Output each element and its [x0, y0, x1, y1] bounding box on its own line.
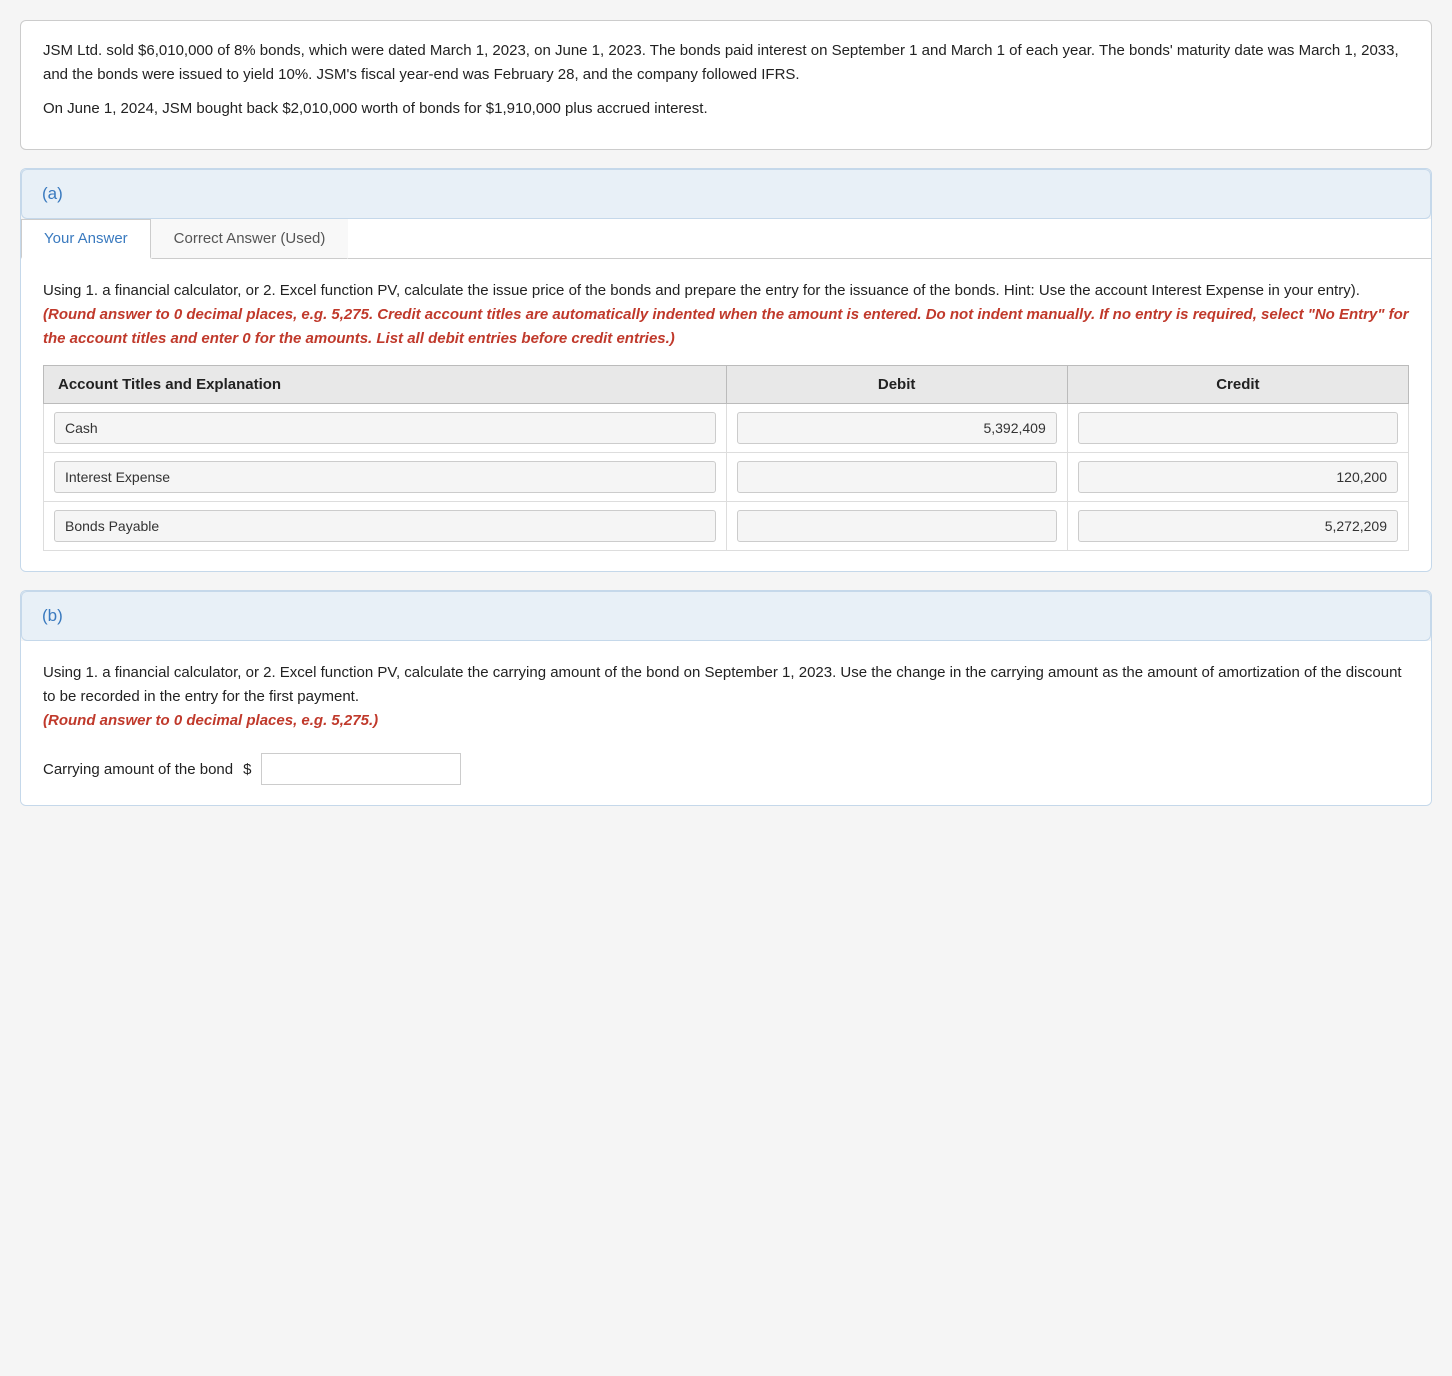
- col-header-credit: Credit: [1067, 366, 1408, 404]
- section-b-wrapper: (b) Using 1. a financial calculator, or …: [20, 590, 1432, 806]
- credit-input-1[interactable]: [1078, 461, 1398, 493]
- section-b-instruction: Using 1. a financial calculator, or 2. E…: [43, 661, 1409, 733]
- table-row: [44, 502, 1409, 551]
- account-input-1[interactable]: [54, 461, 716, 493]
- section-a-instruction: Using 1. a financial calculator, or 2. E…: [43, 279, 1409, 351]
- col-header-account: Account Titles and Explanation: [44, 366, 727, 404]
- section-b-label: (b): [42, 606, 63, 625]
- problem-description2: On June 1, 2024, JSM bought back $2,010,…: [43, 97, 1409, 121]
- section-a-wrapper: (a) Your Answer Correct Answer (Used) Us…: [20, 168, 1432, 572]
- section-b-tab-content: Using 1. a financial calculator, or 2. E…: [21, 641, 1431, 805]
- carrying-amount-row: Carrying amount of the bond $: [43, 753, 1409, 785]
- section-a-label: (a): [42, 184, 63, 203]
- table-row: [44, 453, 1409, 502]
- section-b-header: (b): [21, 591, 1431, 641]
- account-input-0[interactable]: [54, 412, 716, 444]
- tab-your-answer[interactable]: Your Answer: [21, 219, 151, 259]
- tab-correct-answer[interactable]: Correct Answer (Used): [151, 219, 349, 259]
- section-b-body: Using 1. a financial calculator, or 2. E…: [21, 641, 1431, 805]
- debit-input-1[interactable]: [737, 461, 1057, 493]
- problem-description: JSM Ltd. sold $6,010,000 of 8% bonds, wh…: [43, 39, 1409, 87]
- debit-input-0[interactable]: [737, 412, 1057, 444]
- carrying-amount-label: Carrying amount of the bond: [43, 761, 233, 778]
- section-a-tabs: Your Answer Correct Answer (Used): [21, 219, 1431, 259]
- debit-input-2[interactable]: [737, 510, 1057, 542]
- table-row: [44, 404, 1409, 453]
- dollar-sign: $: [243, 761, 251, 778]
- account-input-2[interactable]: [54, 510, 716, 542]
- credit-input-0[interactable]: [1078, 412, 1398, 444]
- journal-table: Account Titles and Explanation Debit Cre…: [43, 365, 1409, 551]
- section-a-body: Your Answer Correct Answer (Used) Using …: [21, 219, 1431, 571]
- carrying-amount-input[interactable]: [261, 753, 461, 785]
- section-a-instruction-red: (Round answer to 0 decimal places, e.g. …: [43, 306, 1409, 347]
- section-a-tab-content: Using 1. a financial calculator, or 2. E…: [21, 259, 1431, 571]
- section-a-header: (a): [21, 169, 1431, 219]
- col-header-debit: Debit: [726, 366, 1067, 404]
- problem-card: JSM Ltd. sold $6,010,000 of 8% bonds, wh…: [20, 20, 1432, 150]
- section-b-instruction-red: (Round answer to 0 decimal places, e.g. …: [43, 712, 378, 729]
- credit-input-2[interactable]: [1078, 510, 1398, 542]
